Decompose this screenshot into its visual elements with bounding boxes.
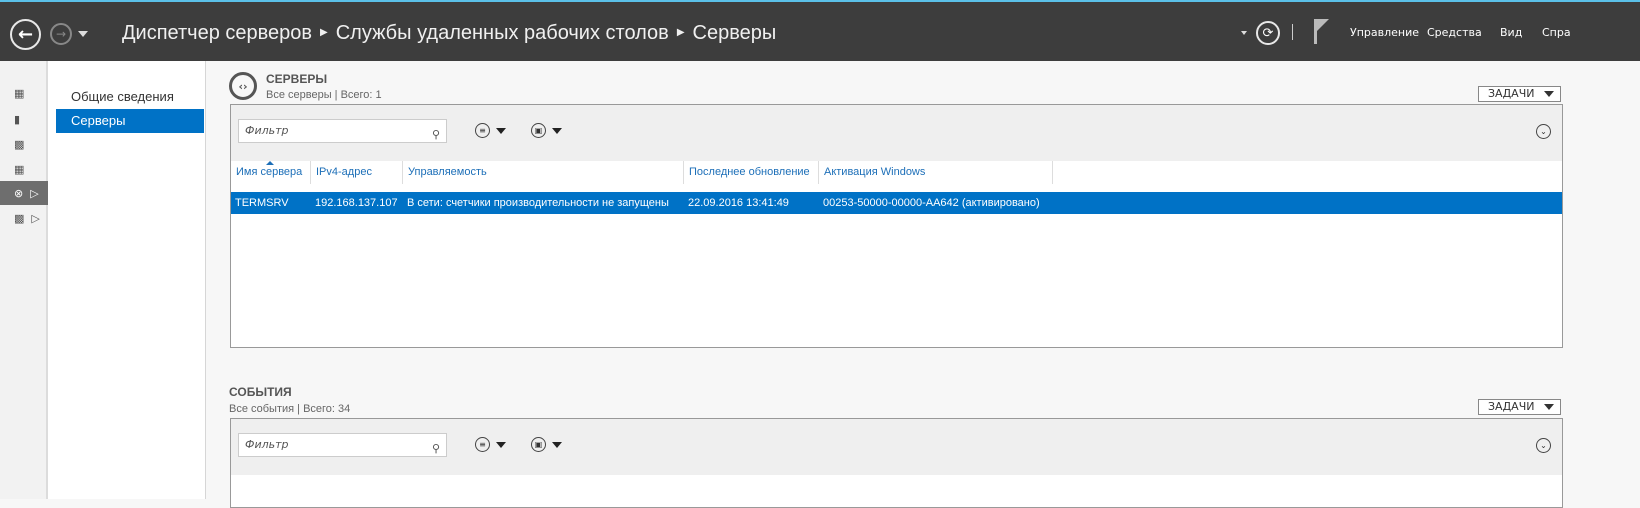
toolbar: Фильтр ⚲ ≡ ▣ ⌄ — [231, 419, 1562, 475]
all-servers-icon[interactable]: ▩ — [0, 132, 48, 156]
events-tasks-button[interactable]: ЗАДАЧИ — [1478, 399, 1561, 415]
cell-manageability: В сети: счетчики производительности не з… — [407, 197, 669, 209]
dropdown-icon — [552, 127, 562, 134]
tasks-button[interactable]: ЗАДАЧИ — [1478, 86, 1561, 102]
column-ipv4[interactable]: IPv4-адрес — [311, 161, 403, 184]
tasks-label: ЗАДАЧИ — [1488, 87, 1535, 100]
nav-panel: Общие сведения Серверы — [48, 61, 206, 499]
list-icon: ≡ — [475, 123, 490, 138]
flag-shape — [1317, 19, 1329, 31]
view-options-button[interactable]: ≡ — [475, 437, 506, 452]
icon-rail: ▦ ▮ ▩ ▦ ⊗ ▷ ▩ ▷ — [0, 61, 48, 499]
events-subtitle: Все события | Всего: 34 — [229, 403, 351, 415]
refresh-icon: ⟳ — [1262, 25, 1274, 41]
breadcrumb-item[interactable]: Серверы — [693, 22, 777, 44]
breadcrumb-item[interactable]: Службы удаленных рабочих столов — [336, 22, 669, 44]
breadcrumb-item[interactable]: Диспетчер серверов — [122, 22, 312, 44]
column-activation[interactable]: Активация Windows — [819, 161, 1053, 184]
events-filter-input[interactable]: Фильтр ⚲ — [238, 433, 447, 457]
refresh-dropdown-icon[interactable] — [1241, 31, 1247, 35]
expand-button[interactable]: ⌄ — [1536, 124, 1551, 139]
dashboard-icon[interactable]: ▦ — [0, 81, 48, 105]
filter-placeholder: Фильтр — [245, 124, 289, 137]
dropdown-icon — [496, 127, 506, 134]
search-icon[interactable]: ⚲ — [432, 438, 440, 460]
cell-name: TERMSRV — [235, 197, 289, 209]
menu-tools[interactable]: Средства — [1427, 26, 1482, 39]
title-bar: ← → Диспетчер серверов ▶ Службы удаленных … — [0, 2, 1640, 61]
table-header: Имя сервера IPv4-адрес Управляемость Пос… — [231, 161, 1562, 184]
roles-icon[interactable]: ▩ ▷ — [0, 206, 48, 230]
cell-activation: 00253-50000-00000-AA642 (активировано) — [823, 197, 1040, 209]
list-icon: ≡ — [475, 437, 490, 452]
save-query-button[interactable]: ▣ — [531, 437, 562, 452]
chevron-down-icon — [1544, 91, 1554, 97]
save-icon: ▣ — [531, 123, 546, 138]
chevron-down-icon: ⌄ — [1540, 441, 1547, 450]
sort-ascending-icon — [266, 161, 274, 165]
divider — [1292, 24, 1293, 40]
breadcrumb: Диспетчер серверов ▶ Службы удаленных рабо… — [122, 22, 776, 45]
servers-panel: Фильтр ⚲ ≡ ▣ ⌄ Имя сервера IPv4-адрес Упр… — [230, 104, 1563, 348]
filter-input[interactable]: Фильтр ⚲ — [238, 119, 447, 143]
arrow-left-icon: ← — [17, 24, 34, 45]
rds-icon[interactable]: ⊗ ▷ — [0, 181, 48, 205]
toolbar: Фильтр ⚲ ≡ ▣ ⌄ — [231, 105, 1562, 161]
save-query-button[interactable]: ▣ — [531, 123, 562, 138]
breadcrumb-separator-icon: ▶ — [676, 27, 685, 38]
dropdown-icon — [552, 441, 562, 448]
section-subtitle: Все серверы | Всего: 1 — [266, 89, 382, 101]
view-options-button[interactable]: ≡ — [475, 123, 506, 138]
events-panel: Фильтр ⚲ ≡ ▣ ⌄ — [230, 418, 1563, 508]
save-icon: ▣ — [531, 437, 546, 452]
column-last-update[interactable]: Последнее обновление — [684, 161, 819, 184]
section-title: СЕРВЕРЫ — [266, 72, 328, 86]
column-manageability[interactable]: Управляемость — [403, 161, 684, 184]
forward-button[interactable]: → — [50, 23, 72, 45]
file-storage-icon[interactable]: ▦ — [0, 157, 48, 181]
rds-section-icon: ‹› — [229, 72, 257, 100]
dropdown-icon — [496, 441, 506, 448]
back-button[interactable]: ← — [10, 19, 41, 50]
breadcrumb-separator-icon: ▶ — [320, 27, 328, 38]
cell-ip: 192.168.137.107 — [315, 197, 398, 209]
events-title: СОБЫТИЯ — [229, 385, 292, 399]
table-row[interactable]: TERMSRV 192.168.137.107 В сети: счетчики… — [231, 192, 1562, 214]
local-server-icon[interactable]: ▮ — [0, 107, 48, 131]
filter-placeholder: Фильтр — [245, 438, 289, 451]
chevron-down-icon: ⌄ — [1540, 127, 1547, 136]
nav-item-overview[interactable]: Общие сведения — [56, 85, 204, 109]
search-icon[interactable]: ⚲ — [432, 124, 440, 146]
history-dropdown-icon[interactable] — [78, 31, 88, 37]
cell-updated: 22.09.2016 13:41:49 — [688, 197, 789, 209]
arrow-right-icon: → — [55, 27, 67, 41]
nav-item-servers[interactable]: Серверы — [56, 109, 204, 133]
refresh-button[interactable]: ⟳ — [1256, 21, 1280, 45]
menu-help[interactable]: Спра — [1542, 26, 1571, 39]
tasks-label: ЗАДАЧИ — [1488, 400, 1535, 413]
expand-button[interactable]: ⌄ — [1536, 438, 1551, 453]
menu-manage[interactable]: Управление — [1350, 26, 1419, 39]
chevron-down-icon — [1544, 404, 1554, 410]
menu-view[interactable]: Вид — [1500, 26, 1522, 39]
